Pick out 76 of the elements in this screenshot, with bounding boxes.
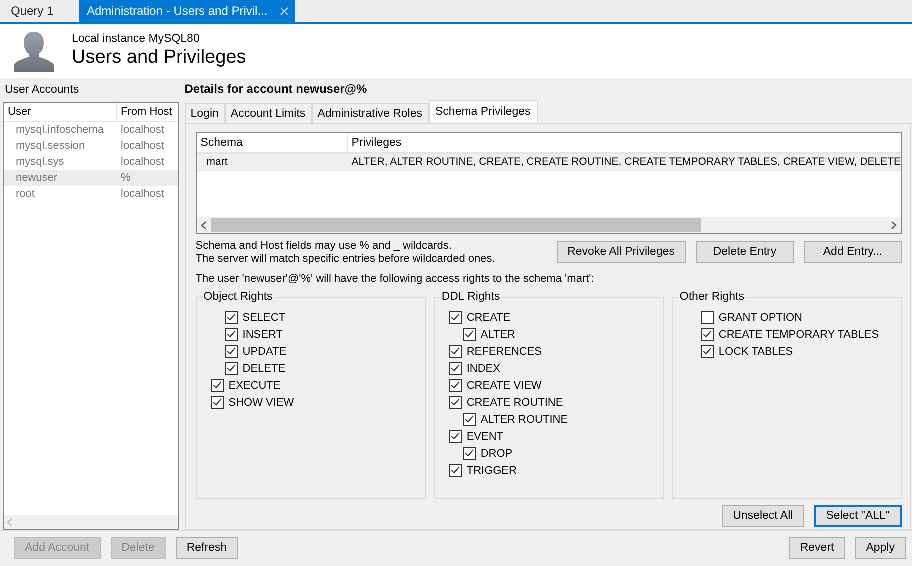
checkbox[interactable]: GRANT OPTION	[672, 309, 901, 326]
checkbox[interactable]: SHOW VIEW	[196, 394, 425, 411]
check-icon	[212, 380, 223, 391]
column-header[interactable]: From Host	[116, 103, 178, 121]
scrollbar-thumb[interactable]	[210, 218, 701, 232]
check-icon	[450, 465, 461, 476]
group-title: DDL Rights	[440, 291, 502, 303]
check-icon	[464, 448, 475, 459]
check-icon	[450, 363, 461, 374]
group-title: Object Rights	[202, 291, 274, 303]
section-title: User Accounts	[4, 83, 80, 98]
checkbox[interactable]: CREATE	[434, 309, 663, 326]
access-note: The user 'newuser'@'%' will have the following access rights to the schema 'mart':	[196, 273, 596, 285]
details-title: Details for account newuser@%	[184, 81, 368, 98]
check-icon	[212, 397, 223, 408]
checkbox[interactable]: TRIGGER	[434, 462, 663, 479]
column-header[interactable]: Schema	[196, 133, 347, 152]
check-icon	[464, 414, 475, 425]
user-icon	[12, 30, 56, 72]
scroll-right-icon[interactable]	[891, 220, 897, 230]
checkbox[interactable]: EVENT	[434, 428, 663, 445]
check-icon	[450, 312, 461, 323]
checkbox[interactable]: EXECUTE	[196, 377, 425, 394]
tab[interactable]: Account Limits	[224, 103, 312, 123]
select-button[interactable]: Unselect All	[722, 505, 804, 527]
check-icon	[450, 346, 461, 357]
document-tab[interactable]: Administration - Users and Privil...	[79, 0, 295, 22]
checkbox[interactable]: DROP	[434, 445, 663, 462]
checkbox[interactable]: ALTER ROUTINE	[434, 411, 663, 428]
check-icon	[702, 346, 713, 357]
instance-label: Local instance MySQL80	[72, 33, 201, 45]
hint-text: The server will match specific entries before wildcarded ones.	[196, 253, 496, 266]
column-header[interactable]: User	[4, 103, 116, 121]
column-header[interactable]: Privileges	[346, 133, 901, 152]
account-row[interactable]: mysql.infoschema localhost	[4, 122, 178, 138]
tab[interactable]: Administrative Roles	[312, 103, 429, 123]
checkbox[interactable]: LOCK TABLES	[672, 343, 901, 360]
checkbox[interactable]: CREATE ROUTINE	[434, 394, 663, 411]
check-icon	[450, 431, 461, 442]
group-title: Other Rights	[678, 291, 746, 303]
check-icon	[450, 380, 461, 391]
check-icon	[226, 312, 237, 323]
checkbox[interactable]: CREATE TEMPORARY TABLES	[672, 326, 901, 343]
entry-button[interactable]: Add Entry...	[804, 241, 902, 263]
tab[interactable]: Login	[184, 103, 225, 123]
tab[interactable]: Schema Privileges	[428, 100, 538, 123]
entry-button[interactable]: Delete Entry	[696, 241, 794, 263]
check-icon	[226, 363, 237, 374]
footer-button[interactable]: Revert	[789, 537, 846, 559]
account-row[interactable]: mysql.sys localhost	[4, 154, 178, 170]
checkbox[interactable]: SELECT	[196, 309, 425, 326]
footer-button[interactable]: Refresh	[176, 537, 238, 559]
checkbox[interactable]: REFERENCES	[434, 343, 663, 360]
scroll-left-icon[interactable]	[200, 220, 207, 230]
select-button[interactable]: Select "ALL"	[814, 505, 902, 527]
document-tab[interactable]: Query 1	[3, 0, 79, 22]
page-title: Users and Privileges	[72, 47, 246, 69]
check-icon	[226, 329, 237, 340]
hint-text: Schema and Host fields may use % and _ wildcards.	[196, 240, 453, 253]
checkbox[interactable]: DELETE	[196, 360, 425, 377]
checkbox[interactable]: INSERT	[196, 326, 425, 343]
checkbox[interactable]: ALTER	[434, 326, 663, 343]
account-row[interactable]: newuser %	[4, 170, 178, 186]
close-icon[interactable]	[280, 6, 289, 16]
account-row[interactable]: mysql.session localhost	[4, 138, 178, 154]
checkbox[interactable]: CREATE VIEW	[434, 377, 663, 394]
check-icon	[464, 329, 475, 340]
footer-button[interactable]: Apply	[855, 537, 906, 559]
entry-button[interactable]: Revoke All Privileges	[556, 241, 686, 263]
check-icon	[450, 397, 461, 408]
checkbox[interactable]: UPDATE	[196, 343, 425, 360]
check-icon	[702, 329, 713, 340]
schema-row[interactable]: mart ALTER, ALTER ROUTINE, CREATE, CREATE ROUTINE, CREATE TEMPORARY TABLES, CREATE VIEW, DELETE	[196, 153, 901, 171]
check-icon	[226, 346, 237, 357]
account-row[interactable]: root localhost	[4, 186, 178, 202]
checkbox[interactable]: INDEX	[434, 360, 663, 377]
